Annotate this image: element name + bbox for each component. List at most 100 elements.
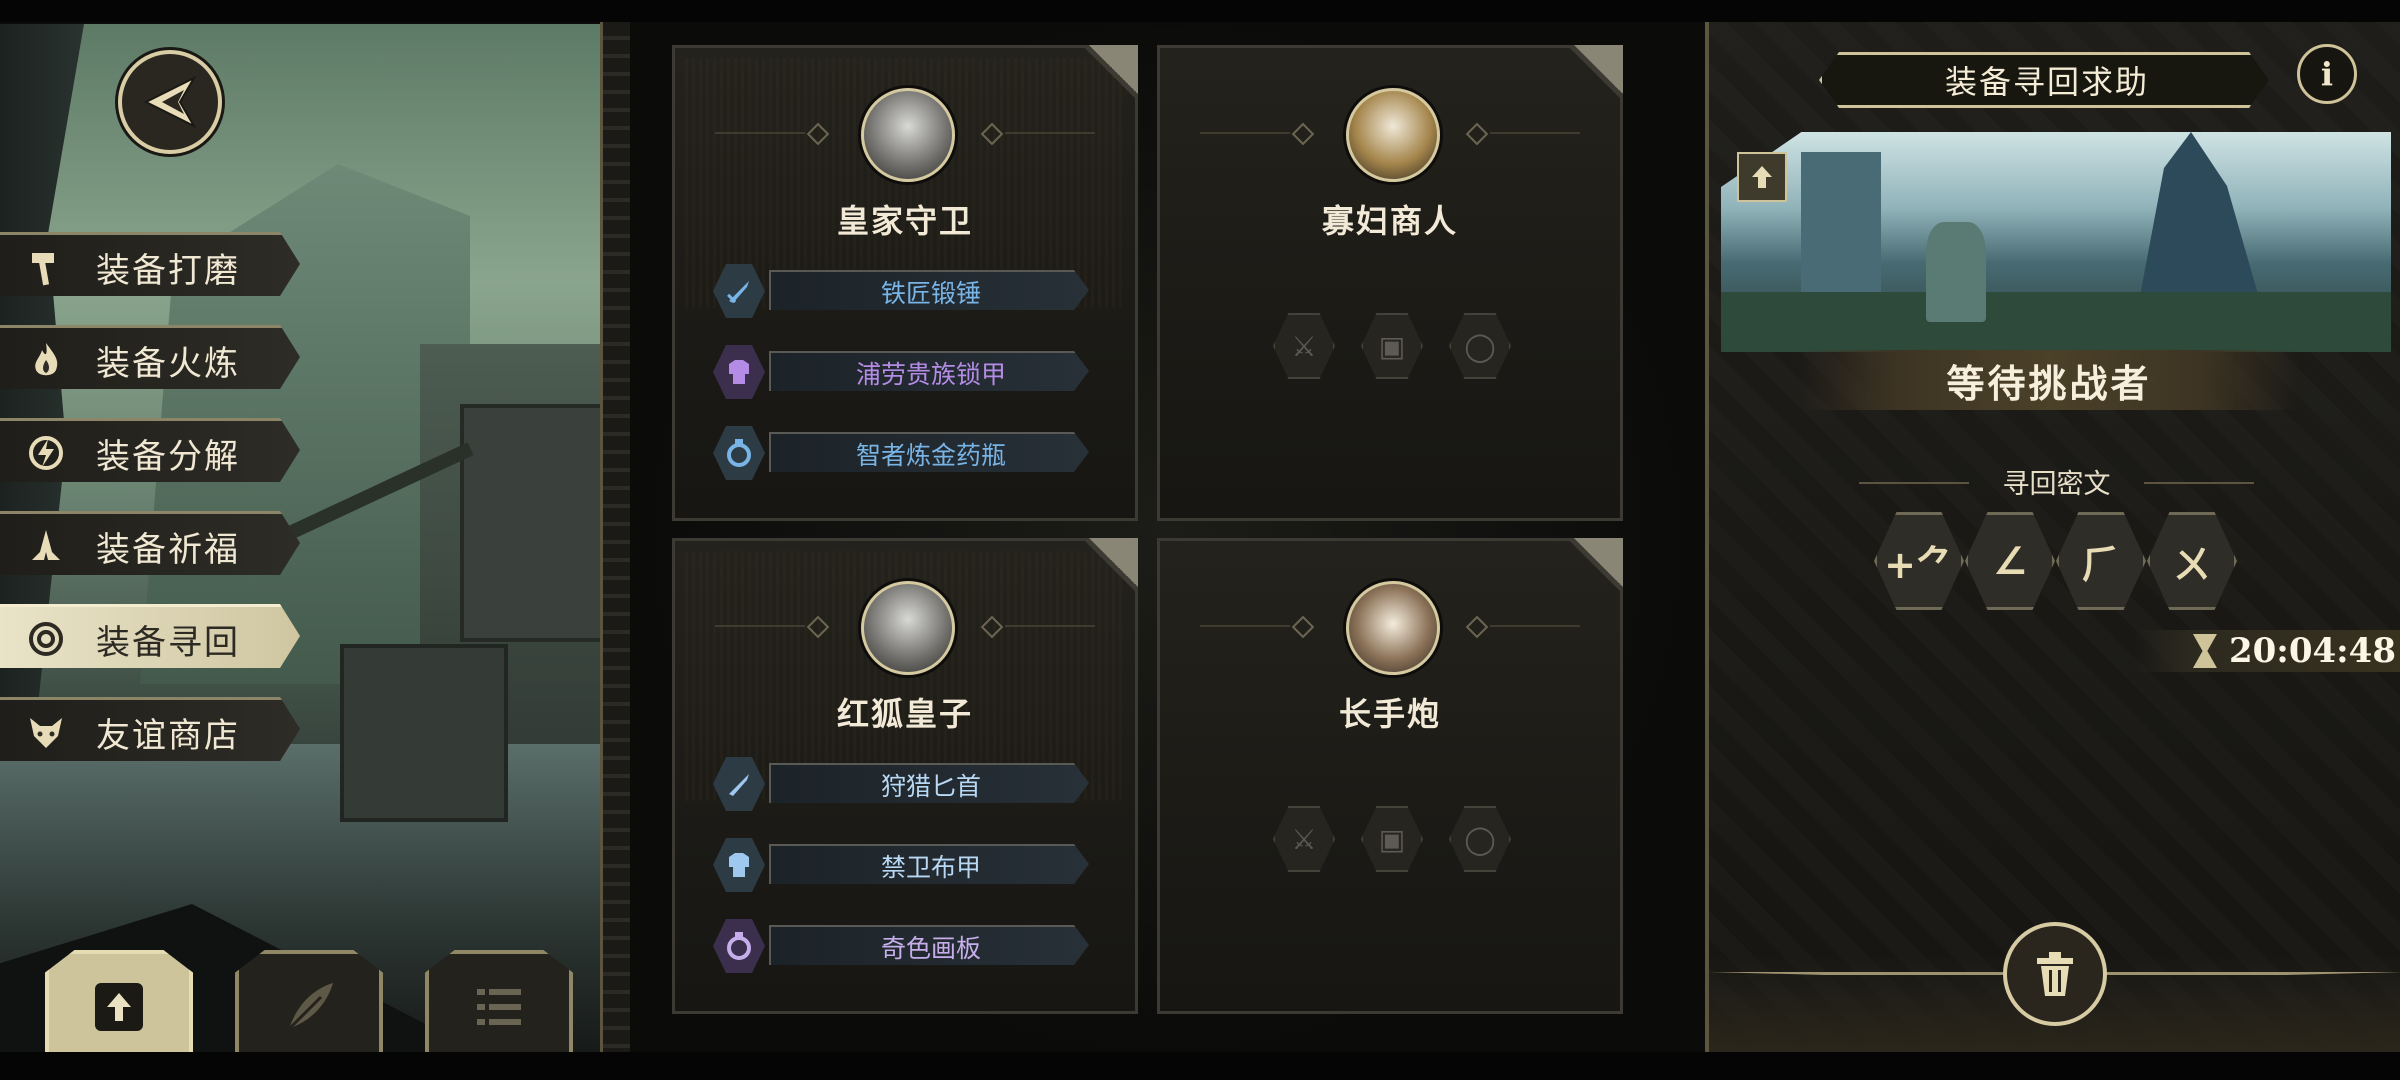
status-banner: 等待挑战者 <box>1799 350 2299 410</box>
tab-feather[interactable] <box>235 950 383 1063</box>
equipment-name-bar: 浦劳贵族锁甲 <box>769 351 1089 391</box>
armor-icon <box>713 345 765 399</box>
equipment-name-bar: 奇色画板 <box>769 925 1089 965</box>
equipment-name: 智者炼金药瓶 <box>855 441 1006 470</box>
menu-item-decompose[interactable]: 装备分解 <box>0 418 300 482</box>
menu-item-bless[interactable]: 装备祈福 <box>0 511 300 575</box>
equipment-slot-armor[interactable]: 禁卫布甲 <box>713 838 1103 892</box>
equipment-name: 铁匠锻锤 <box>880 279 981 308</box>
widow-merchant-avatar <box>1346 88 1440 182</box>
equipment-name-bar: 智者炼金药瓶 <box>769 432 1089 472</box>
armor-icon <box>713 838 765 892</box>
feather-icon <box>274 972 344 1042</box>
hourglass-icon <box>2192 634 2217 668</box>
card-corner-fold <box>1553 538 1623 608</box>
menu-item-label: 装备火炼 <box>96 343 240 384</box>
red-fox-prince-avatar <box>861 581 955 675</box>
hero-card-royal-guard[interactable]: 皇家守卫 铁匠锻锤 浦劳贵族锁甲 智者炼金药瓶 <box>672 45 1138 521</box>
equipment-name: 狩猎匕首 <box>880 772 981 801</box>
card-corner-fold <box>1068 538 1138 608</box>
scene-tree <box>2137 132 2263 312</box>
scene-shrine <box>1926 222 1986 322</box>
menu-item-label: 装备祈福 <box>96 529 240 570</box>
royal-guard-avatar <box>861 88 955 182</box>
empty-armor-slot-icon[interactable]: ▣ <box>1361 806 1423 872</box>
menu-item-friendship-shop[interactable]: 友谊商店 <box>0 697 300 761</box>
divider-line <box>1200 625 1290 627</box>
info-button[interactable]: i <box>2297 44 2357 104</box>
equipment-slot-weapon[interactable]: 铁匠锻锤 <box>713 264 1103 318</box>
back-arrow-icon <box>143 75 197 129</box>
divider-line <box>1005 625 1095 627</box>
hero-name: 长手炮 <box>1338 695 1441 733</box>
tab-list[interactable] <box>425 950 573 1063</box>
divider-line <box>1200 132 1290 134</box>
empty-weapon-slot-icon[interactable]: ⚔ <box>1273 313 1335 379</box>
empty-ring-slot-icon[interactable]: ◯ <box>1449 806 1511 872</box>
empty-weapon-slot-icon[interactable]: ⚔ <box>1273 806 1335 872</box>
menu-item-label: 装备寻回 <box>96 622 240 663</box>
equipment-name-bar: 禁卫布甲 <box>769 844 1089 884</box>
diamond-ornament <box>1465 122 1489 146</box>
equipment-slot-accessory[interactable]: 智者炼金药瓶 <box>713 426 1103 480</box>
delete-button[interactable] <box>2003 922 2107 1026</box>
dagger-icon <box>713 757 765 811</box>
empty-ring-slot-icon[interactable]: ◯ <box>1449 313 1511 379</box>
hero-name: 皇家守卫 <box>836 202 973 240</box>
challenge-scene-image <box>1721 132 2391 352</box>
menu-item-label: 装备分解 <box>96 436 240 477</box>
divider-line <box>715 625 805 627</box>
list-icon <box>464 972 534 1042</box>
hero-card-widow-merchant[interactable]: 寡妇商人 ⚔ ▣ ◯ <box>1157 45 1623 521</box>
upload-file-icon <box>84 972 154 1042</box>
pray-hands-icon <box>24 524 68 568</box>
divider-line <box>1490 132 1580 134</box>
wooden-crate <box>340 644 508 822</box>
equipment-name: 禁卫布甲 <box>880 853 981 882</box>
menu-item-forge[interactable]: 装备火炼 <box>0 325 300 389</box>
equipment-name: 浦劳贵族锁甲 <box>855 360 1006 389</box>
equipment-slot-weapon[interactable]: 狩猎匕首 <box>713 757 1103 811</box>
top-letterbox <box>0 0 2400 22</box>
share-button[interactable] <box>1737 152 1787 202</box>
ring-icon <box>713 426 765 480</box>
equipment-name: 奇色画板 <box>880 934 981 963</box>
status-text: 等待挑战者 <box>1946 361 2152 406</box>
hero-name: 寡妇商人 <box>1321 202 1458 240</box>
equipment-name-bar: 铁匠锻锤 <box>769 270 1089 310</box>
divider-line <box>715 132 805 134</box>
flame-icon <box>24 338 68 382</box>
upload-arrow-icon <box>1752 166 1772 188</box>
ring-icon <box>713 919 765 973</box>
target-icon <box>24 617 68 661</box>
hero-card-long-arm-cannon[interactable]: 长手炮 ⚔ ▣ ◯ <box>1157 538 1623 1014</box>
rune-glyph: ∠ <box>1992 539 2028 583</box>
timer-value: 20:04:48 <box>2228 631 2396 671</box>
tab-upload[interactable] <box>45 950 193 1063</box>
back-button[interactable] <box>118 50 222 154</box>
hero-card-red-fox-prince[interactable]: 红狐皇子 狩猎匕首 禁卫布甲 奇色画板 <box>672 538 1138 1014</box>
equipment-slot-accessory[interactable]: 奇色画板 <box>713 919 1103 973</box>
rune-glyph: ㄨ <box>2172 542 2211 587</box>
sword-icon <box>713 264 765 318</box>
diamond-ornament <box>1291 122 1315 146</box>
wooden-crate <box>460 404 612 642</box>
countdown-timer: 20:04:48 <box>2134 630 2400 672</box>
retrieve-help-panel: 装备寻回求助 i 等待挑战者 寻回密文 +⺈ ∠ ⺁ ㄨ 20:04:48 <box>1705 22 2400 1052</box>
equipment-slot-armor[interactable]: 浦劳贵族锁甲 <box>713 345 1103 399</box>
menu-item-label: 装备打磨 <box>96 250 240 291</box>
panel-title: 装备寻回求助 <box>1944 63 2149 101</box>
hammer-icon <box>24 245 68 289</box>
rune-glyph: ⺁ <box>2081 542 2120 587</box>
empty-armor-slot-icon[interactable]: ▣ <box>1361 313 1423 379</box>
decompose-icon <box>24 431 68 475</box>
scene-ground <box>1721 292 2391 352</box>
divider-line <box>1490 625 1580 627</box>
panel-title-banner: 装备寻回求助 <box>1819 52 2269 108</box>
menu-item-polish[interactable]: 装备打磨 <box>0 232 300 296</box>
bottom-letterbox <box>0 1052 2400 1080</box>
card-corner-fold <box>1068 45 1138 115</box>
menu-item-retrieve[interactable]: 装备寻回 <box>0 604 300 668</box>
divider-line <box>1005 132 1095 134</box>
diamond-ornament <box>1291 615 1315 639</box>
